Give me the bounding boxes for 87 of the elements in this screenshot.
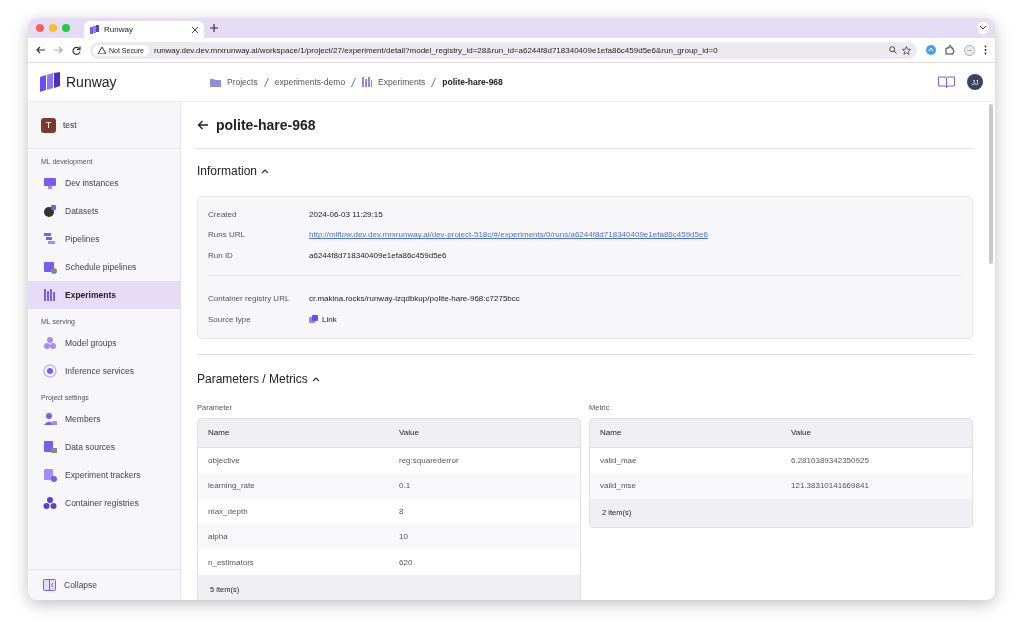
sidebar-item[interactable]: Container registries [28, 489, 180, 517]
table-cell-text: objective [207, 455, 241, 465]
breadcrumb-link[interactable]: Experiments [378, 77, 426, 87]
chevron-up-icon[interactable] [261, 168, 270, 174]
nav-icon [43, 176, 57, 190]
nav-icon [43, 412, 57, 426]
breadcrumb-link[interactable]: experiments-demo [274, 77, 346, 87]
sidebar-item[interactable]: Inference services [28, 357, 180, 385]
chevron-down-icon [980, 26, 986, 30]
column-header: Value [790, 428, 812, 437]
table-cell-text: learning_rate [207, 481, 256, 491]
brand-name: Runway [66, 74, 117, 90]
sidebar-item[interactable]: Dev instances [28, 169, 180, 197]
breadcrumb-link[interactable]: Projects [227, 77, 258, 87]
nav-icon [43, 364, 57, 378]
sidebar-item[interactable]: Members [28, 405, 180, 433]
collapse-button[interactable]: Collapse [28, 569, 180, 600]
column-header: Name [207, 428, 231, 437]
book-icon[interactable] [938, 76, 955, 88]
sidebar-item[interactable]: Datasets [28, 197, 180, 225]
back-arrow-icon[interactable] [197, 120, 208, 130]
nav-icon [43, 204, 57, 218]
slash-separator-icon [351, 77, 357, 87]
table-cell-text: 620 [398, 557, 414, 567]
table-cell-text: 10 [398, 532, 409, 542]
slash-separator-icon [431, 77, 437, 87]
field-label: Container registry URL [208, 294, 291, 304]
collapse-panel-icon [43, 579, 56, 591]
scrollbar-thumb[interactable] [989, 104, 993, 264]
browser-tab[interactable]: Runway [84, 21, 204, 38]
sidebar-item[interactable]: Pipelines [28, 225, 180, 253]
field-label: Source type [208, 314, 252, 324]
nav-icon [43, 232, 57, 246]
nav-icon [43, 288, 57, 302]
favicon-icon [90, 25, 99, 34]
nav-icon [43, 336, 57, 350]
table-cell-text: 6.2810389342350925 [790, 455, 870, 465]
table-cell-text: 8 [398, 506, 405, 516]
field-value: cr.makina.rocks/runway-izqdbkup/polite-hare-968:c7275bcc [309, 294, 520, 304]
zoom-icon[interactable] [889, 46, 897, 54]
section-title: Information [197, 164, 258, 178]
project-avatar: T [41, 117, 56, 133]
project-name[interactable]: test [63, 120, 77, 130]
sidebar-item[interactable]: Experiments [28, 281, 180, 309]
chevron-up-icon[interactable] [311, 375, 320, 382]
reload-icon[interactable] [72, 45, 81, 55]
table-cell-text: n_estimators [207, 557, 255, 567]
bar-grid-icon [362, 77, 373, 87]
link-source-icon [309, 315, 318, 324]
table-cell-text: 0.1 [398, 481, 412, 491]
close-icon[interactable] [192, 26, 198, 33]
runs-url-link[interactable]: http://mlflow.dev.dev.mrxrunway.ai/dev-project-518c/#/experiments/0/runs/a6244f8d718340409e1efa86c459d5e6 [309, 230, 708, 240]
field-value: 2024-06-03 11:29:15 [309, 209, 383, 219]
tab-title: Runway [104, 25, 134, 34]
star-icon[interactable] [902, 45, 911, 55]
slash-separator-icon [263, 77, 269, 87]
page-title: polite-hare-968 [216, 117, 316, 133]
nav-icon [43, 468, 57, 482]
new-tab-icon[interactable] [210, 24, 218, 32]
field-value: Link [322, 314, 337, 324]
column-header: Name [599, 428, 623, 437]
logo-icon[interactable] [40, 72, 60, 92]
table-cell-text: 121.38310141669841 [790, 481, 870, 491]
back-arrow-icon[interactable] [36, 46, 45, 54]
folder-icon [210, 77, 221, 87]
tab-list-button[interactable] [977, 22, 989, 34]
nav-icon [43, 260, 57, 274]
field-label: Runs URL [208, 230, 246, 240]
table-cell-text: alpha [207, 532, 229, 542]
field-label: Created [208, 209, 238, 219]
column-header: Value [398, 428, 420, 437]
sidebar-item[interactable]: Data sources [28, 433, 180, 461]
table-cell-text: valid_mae [599, 455, 638, 465]
field-value: a6244f8d718340409e1efa86c459d5e6 [309, 250, 447, 260]
menu-icon[interactable] [984, 45, 987, 55]
table-cell-text: reg:squarederror [398, 455, 460, 465]
table-cell-text: max_depth [207, 506, 249, 516]
sidebar-item[interactable]: Experiment trackers [28, 461, 180, 489]
extension-icon[interactable] [926, 45, 936, 55]
nav-icon [43, 440, 57, 454]
warning-icon [98, 46, 106, 54]
sidebar-item[interactable]: Schedule pipelines [28, 253, 180, 281]
nav-icon [43, 496, 57, 510]
table-cell-text: valid_mse [599, 481, 637, 491]
field-label: Run ID [208, 250, 234, 260]
section-title: Parameters / Metrics [197, 371, 308, 386]
sidebar-item[interactable]: Model groups [28, 329, 180, 357]
